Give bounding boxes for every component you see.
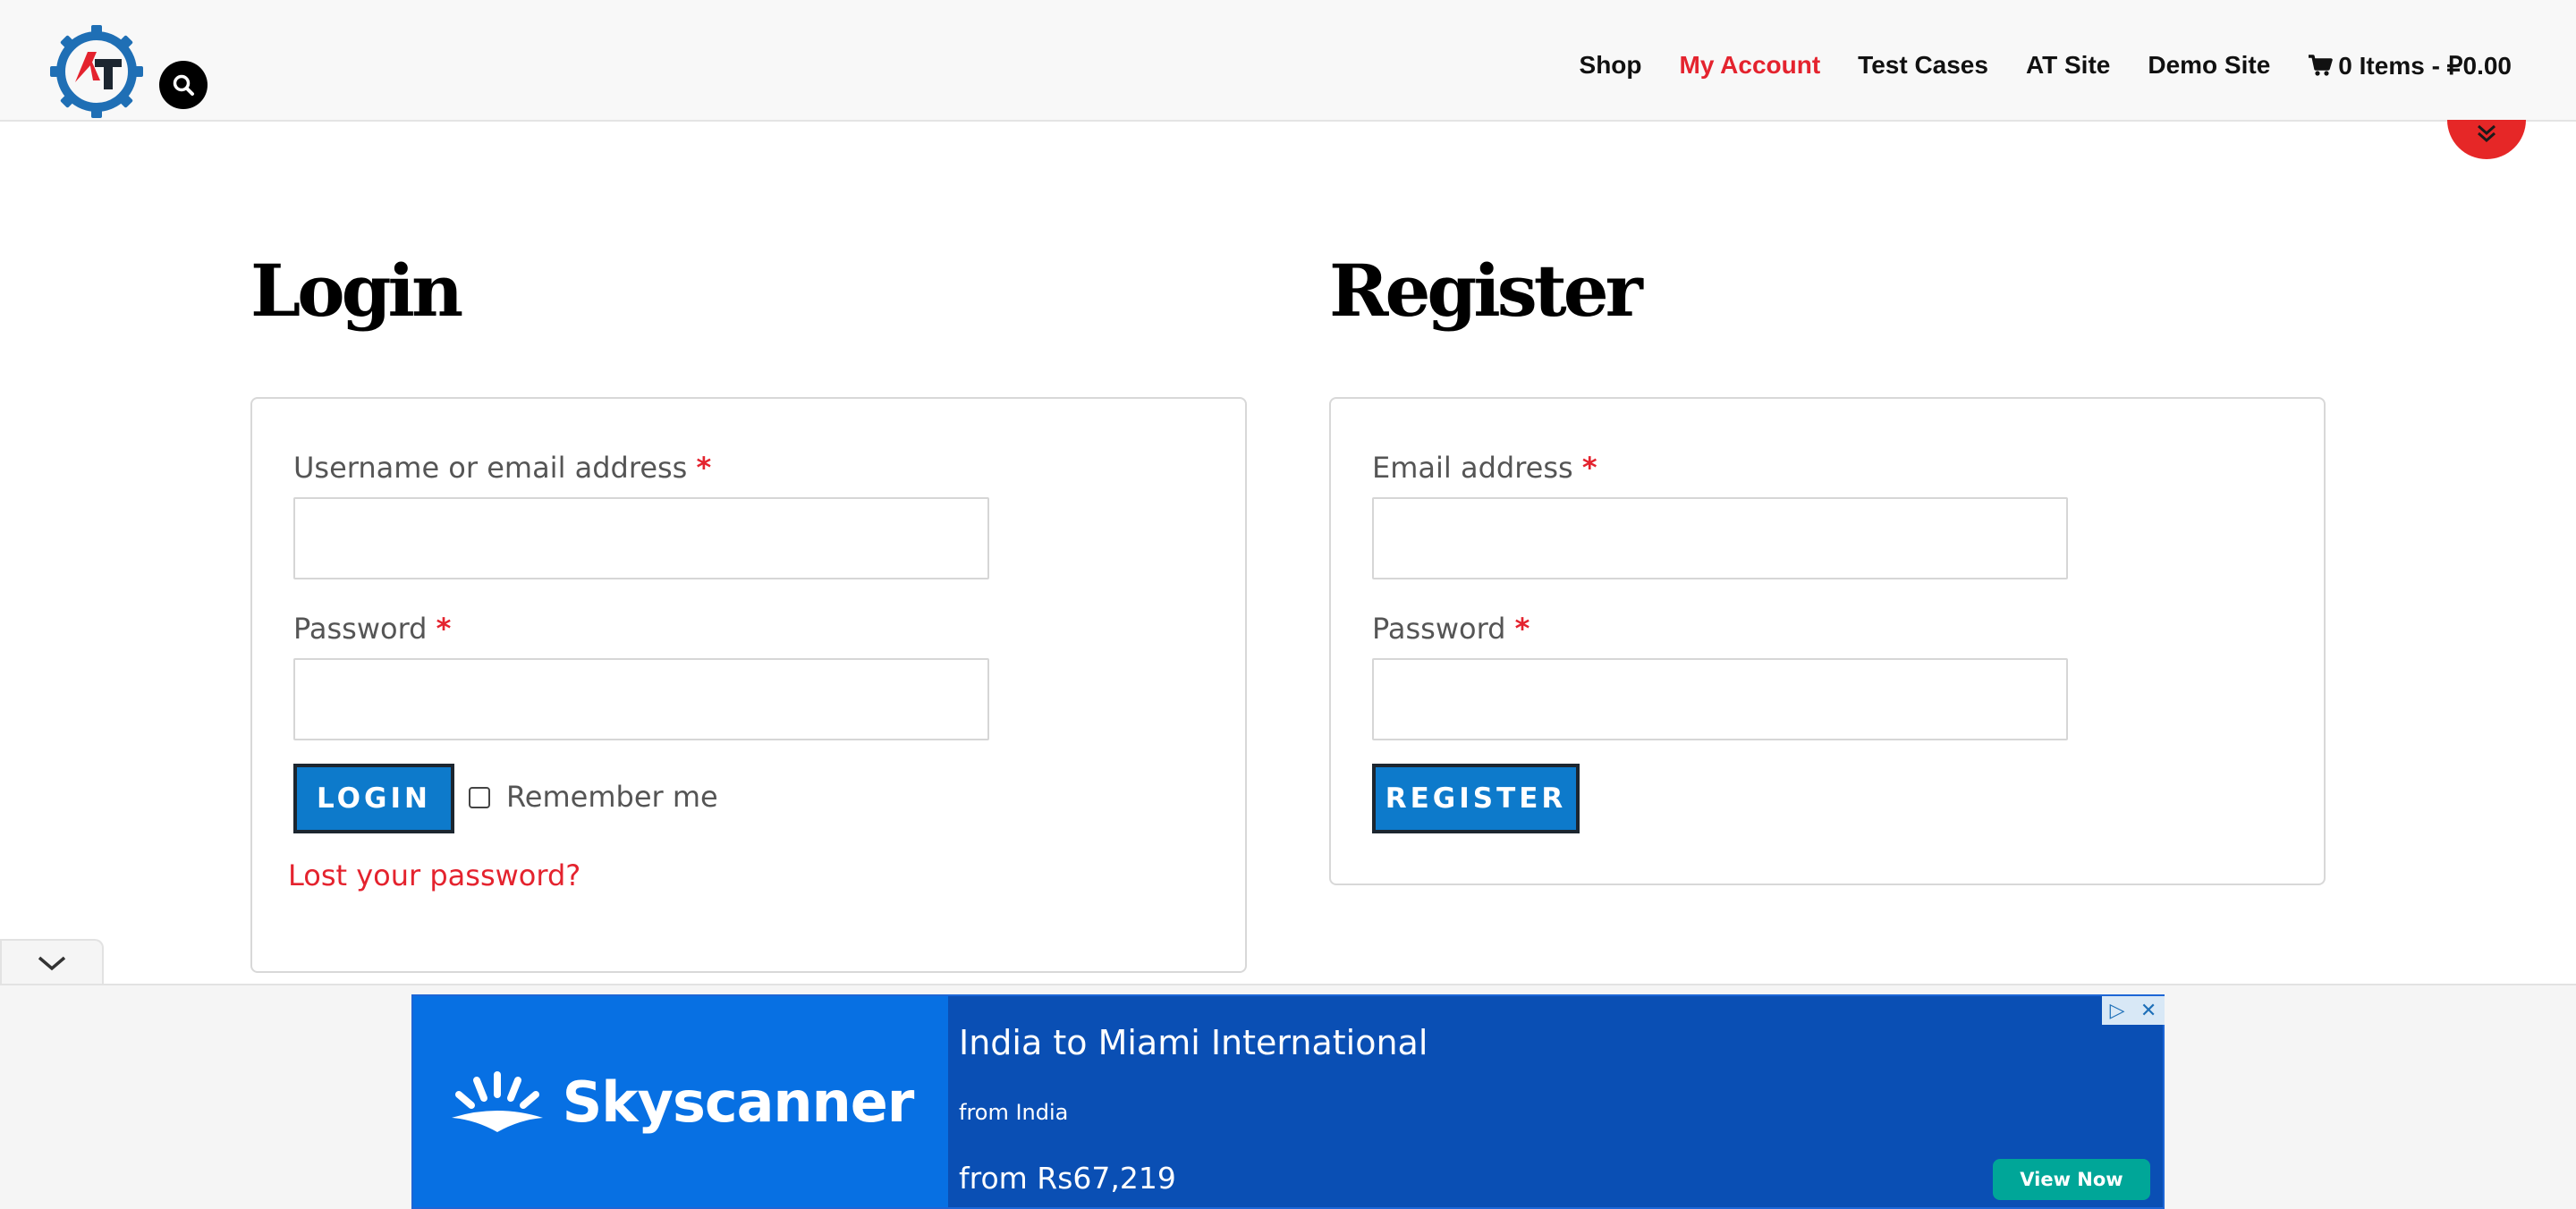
email-label: Email address * xyxy=(1372,451,1597,485)
required-mark: * xyxy=(696,451,712,485)
search-icon xyxy=(173,74,194,96)
login-button[interactable]: LOGIN xyxy=(293,764,454,833)
remember-me-checkbox[interactable] xyxy=(469,787,490,808)
scroll-down-button[interactable] xyxy=(2447,120,2526,159)
required-mark: * xyxy=(436,612,452,646)
required-mark: * xyxy=(1514,612,1530,646)
cart-summary: 0 Items - ₽0.00 xyxy=(2338,51,2512,80)
skyscanner-ad[interactable]: Skyscanner India to Miami International … xyxy=(411,994,2165,1209)
ad-price: from Rs67,219 xyxy=(959,1161,1176,1196)
search-button[interactable] xyxy=(159,61,208,109)
register-password-label: Password * xyxy=(1372,612,1530,646)
username-input[interactable] xyxy=(293,497,989,579)
username-label-text: Username or email address xyxy=(293,451,688,485)
login-password-input[interactable] xyxy=(293,658,989,740)
ad-collapse-toggle[interactable] xyxy=(0,939,104,985)
register-button[interactable]: REGISTER xyxy=(1372,764,1580,833)
ad-brand-panel: Skyscanner xyxy=(413,996,948,1207)
register-heading: Register xyxy=(1329,249,1643,333)
nav-shop[interactable]: Shop xyxy=(1580,51,1642,80)
register-password-label-text: Password xyxy=(1372,612,1506,646)
nav-my-account[interactable]: My Account xyxy=(1680,51,1821,80)
login-password-label-text: Password xyxy=(293,612,428,646)
ad-view-now-button[interactable]: View Now xyxy=(1993,1159,2150,1200)
login-heading: Login xyxy=(250,249,463,333)
login-form: Username or email address * Password * L… xyxy=(250,397,1247,973)
ad-close-icon[interactable]: ✕ xyxy=(2140,1000,2157,1022)
ad-choices-controls[interactable]: ▷ ✕ xyxy=(2102,996,2165,1025)
sunrise-logo-icon xyxy=(451,1071,543,1132)
required-mark: * xyxy=(1581,451,1597,485)
ad-title: India to Miami International xyxy=(959,1023,1428,1062)
register-password-input[interactable] xyxy=(1372,658,2068,740)
nav-cart[interactable]: 0 Items - ₽0.00 xyxy=(2308,51,2512,80)
ad-choices-icon[interactable]: ▷ xyxy=(2110,1000,2125,1022)
username-label: Username or email address * xyxy=(293,451,711,485)
cart-icon xyxy=(2309,55,2334,76)
email-label-text: Email address xyxy=(1372,451,1573,485)
chevron-down-icon xyxy=(38,956,66,971)
nav-demo-site[interactable]: Demo Site xyxy=(2148,51,2270,80)
remember-me-label[interactable]: Remember me xyxy=(506,780,718,814)
nav-test-cases[interactable]: Test Cases xyxy=(1858,51,1988,80)
site-logo[interactable] xyxy=(50,25,143,118)
register-email-input[interactable] xyxy=(1372,497,2068,579)
gear-logo-icon xyxy=(50,25,143,118)
ad-brand-name: Skyscanner xyxy=(562,1069,915,1135)
site-header: Shop My Account Test Cases AT Site Demo … xyxy=(0,0,2576,122)
login-password-label: Password * xyxy=(293,612,451,646)
register-form: Email address * Password * REGISTER xyxy=(1329,397,2326,885)
nav-at-site[interactable]: AT Site xyxy=(2026,51,2110,80)
lost-password-link[interactable]: Lost your password? xyxy=(288,858,580,892)
ad-subtitle: from India xyxy=(959,1100,1069,1125)
double-chevron-down-icon xyxy=(2478,124,2496,143)
main-nav: Shop My Account Test Cases AT Site Demo … xyxy=(1580,41,2512,89)
